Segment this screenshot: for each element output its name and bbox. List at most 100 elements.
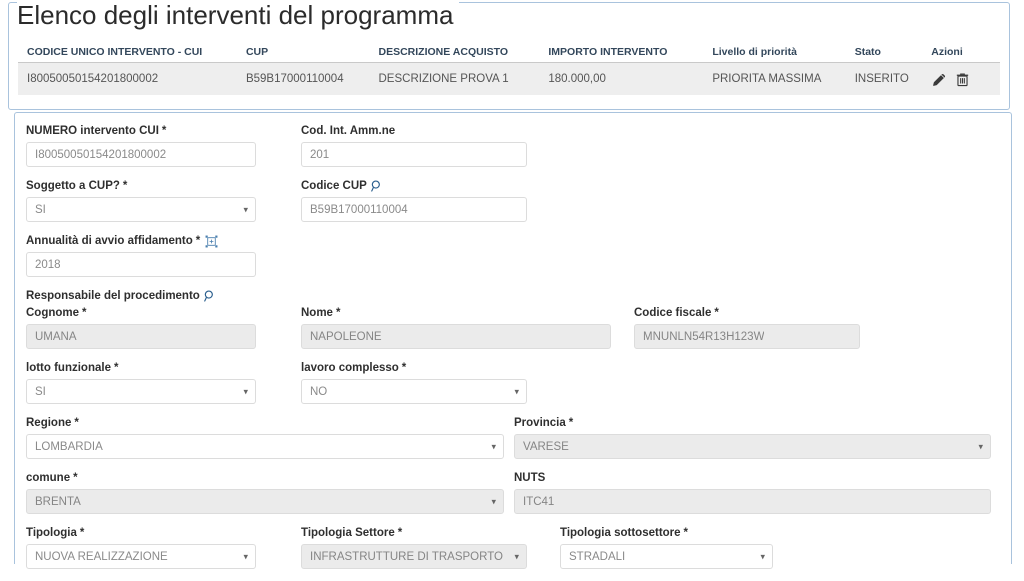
field-codice-cup: Codice CUP B59B17000110004 (301, 179, 527, 222)
required-marker: * (82, 307, 87, 319)
field-lotto-funzionale: lotto funzionale * SI (26, 361, 256, 404)
required-marker: * (161, 125, 167, 137)
label-soggetto-a-cup: Soggetto a CUP? * (26, 179, 256, 193)
input-value: ITC41 (523, 495, 555, 508)
select-lavoro-complesso[interactable]: NO (301, 379, 527, 404)
label-text: Annualità di avvio affidamento (26, 235, 193, 247)
label-text: Codice fiscale (634, 307, 712, 319)
field-provincia: Provincia * VARESE (514, 416, 991, 459)
select-value: BRENTA (35, 495, 81, 508)
label-regione: Regione * (26, 416, 504, 430)
field-numero-intervento-cui: NUMERO intervento CUI * I800500501542018… (26, 124, 256, 167)
label-codice-cup: Codice CUP (301, 179, 527, 193)
table-row[interactable]: I80050050154201800002 B59B17000110004 DE… (18, 63, 1000, 95)
select-value: LOMBARDIA (35, 440, 103, 453)
label-text: Codice CUP (301, 180, 367, 192)
select-value: SI (35, 203, 46, 216)
label-nuts: NUTS (514, 471, 991, 485)
label-comune: comune * (26, 471, 504, 485)
field-soggetto-a-cup: Soggetto a CUP? * SI (26, 179, 256, 222)
label-text: NUMERO intervento CUI (26, 125, 159, 137)
frame-picker-icon[interactable] (205, 235, 218, 248)
select-provincia[interactable]: VARESE (514, 434, 991, 459)
label-text: lavoro complesso (301, 362, 399, 374)
table-header-row: CODICE UNICO INTERVENTO - CUI CUP DESCRI… (18, 41, 1000, 63)
cell-importo: 180.000,00 (548, 73, 606, 85)
input-codice-cup[interactable]: B59B17000110004 (301, 197, 527, 222)
select-lotto-funzionale[interactable]: SI (26, 379, 256, 404)
select-tipologia[interactable]: NUOVA REALIZZAZIONE (26, 544, 256, 569)
input-cognome[interactable]: UMANA (26, 324, 256, 349)
delete-icon[interactable] (954, 71, 971, 88)
select-soggetto-a-cup[interactable]: SI (26, 197, 256, 222)
label-text: Provincia (514, 417, 566, 429)
column-header-cup: CUP (245, 45, 269, 58)
label-text: Soggetto a CUP? (26, 180, 120, 192)
select-tipologia-settore[interactable]: INFRASTRUTTURE DI TRASPORTO (301, 544, 527, 569)
edit-icon[interactable] (931, 71, 948, 88)
input-value: B59B17000110004 (310, 203, 408, 216)
cell-cui: I80050050154201800002 (27, 73, 159, 85)
select-tipologia-sottosettore[interactable]: STRADALI (560, 544, 773, 569)
input-value: UMANA (35, 330, 77, 343)
required-marker: * (683, 527, 689, 539)
label-tipologia-settore: Tipologia Settore * (301, 526, 527, 540)
select-value: NUOVA REALIZZAZIONE (35, 550, 168, 563)
page-title: Elenco degli interventi del programma (17, 0, 460, 31)
input-codice-fiscale[interactable]: MNUNLN54R13H123W (634, 324, 860, 349)
cell-descrizione: DESCRIZIONE PROVA 1 (378, 73, 509, 85)
label-text: Nome (301, 307, 333, 319)
label-text: lotto funzionale (26, 362, 111, 374)
field-cod-int-ammne: Cod. Int. Amm.ne 201 (301, 124, 527, 167)
input-annualita-avvio-affidamento[interactable]: 2018 (26, 252, 256, 277)
label-codice-fiscale: Codice fiscale * (634, 306, 860, 320)
input-value: NAPOLEONE (310, 330, 382, 343)
input-cod-int-ammne[interactable]: 201 (301, 142, 527, 167)
required-marker: * (113, 362, 119, 374)
search-icon[interactable] (370, 179, 384, 193)
label-text: NUTS (514, 472, 546, 484)
interventions-list-panel: CODICE UNICO INTERVENTO - CUI CUP DESCRI… (8, 0, 1010, 110)
cell-cup: B59B17000110004 (245, 73, 344, 85)
required-marker: * (195, 235, 201, 247)
select-value: NO (310, 385, 328, 398)
label-text: Cod. Int. Amm.ne (301, 125, 396, 137)
cell-priorita: PRIORITA MASSIMA (712, 73, 822, 85)
input-value: MNUNLN54R13H123W (643, 330, 765, 343)
field-regione: Regione * LOMBARDIA (26, 416, 504, 459)
section-responsabile-del-procedimento: Responsabile del procedimento (26, 289, 1000, 303)
column-header-descrizione: DESCRIZIONE ACQUISTO (378, 45, 509, 58)
intervention-detail-form-panel: NUMERO intervento CUI * I800500501542018… (14, 112, 1012, 569)
label-numero-intervento-cui: NUMERO intervento CUI * (26, 124, 256, 138)
field-comune: comune * BRENTA (26, 471, 504, 514)
input-nome[interactable]: NAPOLEONE (301, 324, 611, 349)
select-value: STRADALI (569, 550, 626, 563)
interventions-table: CODICE UNICO INTERVENTO - CUI CUP DESCRI… (18, 41, 1000, 95)
cell-azioni (931, 71, 1000, 88)
label-text: Tipologia (26, 527, 77, 539)
column-header-stato: Stato (854, 45, 881, 58)
select-value: INFRASTRUTTURE DI TRASPORTO (310, 550, 503, 563)
search-icon[interactable] (203, 289, 217, 303)
required-marker: * (401, 362, 407, 374)
field-nome: Nome * NAPOLEONE (301, 306, 611, 349)
label-text: Regione (26, 417, 72, 429)
input-nuts[interactable]: ITC41 (514, 489, 991, 514)
required-marker: * (79, 527, 85, 539)
section-label-text: Responsabile del procedimento (26, 290, 200, 302)
input-numero-intervento-cui[interactable]: I80050050154201800002 (26, 142, 256, 167)
required-marker: * (568, 417, 574, 429)
label-cognome: Cognome * (26, 306, 256, 320)
column-header-cui: CODICE UNICO INTERVENTO - CUI (27, 45, 203, 58)
field-cognome: Cognome * UMANA (26, 306, 256, 349)
label-text: Cognome (26, 307, 80, 319)
select-regione[interactable]: LOMBARDIA (26, 434, 504, 459)
required-marker: * (714, 307, 719, 319)
label-tipologia-sottosettore: Tipologia sottosettore * (560, 526, 773, 540)
select-comune[interactable]: BRENTA (26, 489, 504, 514)
column-header-priorita: Livello di priorità (712, 45, 797, 58)
field-nuts: NUTS ITC41 (514, 471, 991, 514)
required-marker: * (74, 417, 79, 429)
label-cod-int-ammne: Cod. Int. Amm.ne (301, 124, 527, 138)
select-value: SI (35, 385, 46, 398)
